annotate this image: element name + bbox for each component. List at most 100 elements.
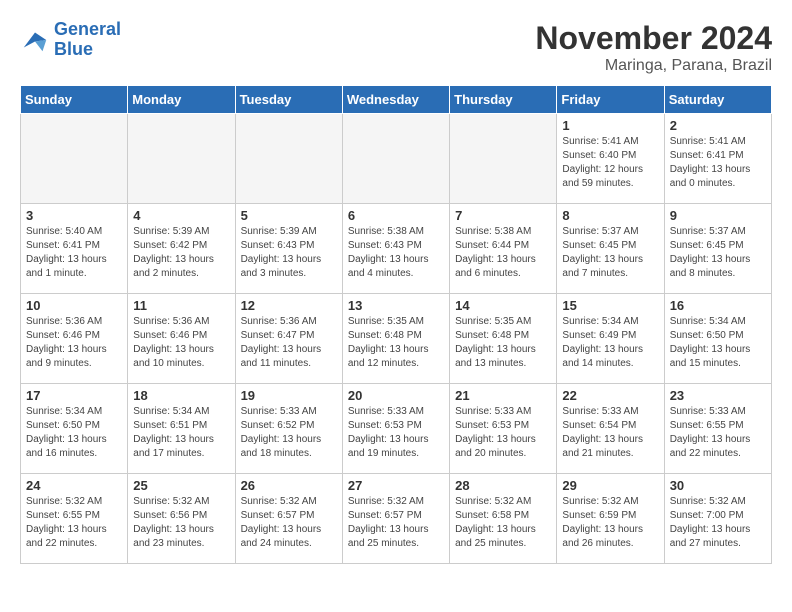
day-info: Sunrise: 5:34 AMSunset: 6:51 PMDaylight:… xyxy=(133,405,229,461)
calendar-cell: 1Sunrise: 5:41 AMSunset: 6:40 PMDaylight… xyxy=(557,114,664,204)
calendar-cell xyxy=(450,114,557,204)
day-number: 13 xyxy=(348,298,444,313)
day-number: 2 xyxy=(670,118,766,133)
logo-text: General Blue xyxy=(54,20,121,60)
day-info: Sunrise: 5:34 AMSunset: 6:50 PMDaylight:… xyxy=(670,315,766,371)
calendar-cell: 2 Sunrise: 5:41 AMSunset: 6:41 PMDaylight… xyxy=(664,114,771,204)
day-info: Sunrise: 5:38 AMSunset: 6:43 PMDaylight:… xyxy=(348,225,444,281)
calendar-cell: 22Sunrise: 5:33 AMSunset: 6:54 PMDayligh… xyxy=(557,384,664,474)
day-number: 9 xyxy=(670,208,766,223)
calendar-cell: 24 Sunrise: 5:32 AMSunset: 6:55 PMDayligh… xyxy=(21,474,128,564)
month-title: November 2024 xyxy=(535,20,772,57)
day-info: Sunrise: 5:32 AMSunset: 6:56 PMDaylight:… xyxy=(133,495,229,551)
calendar-cell: 7 Sunrise: 5:38 AMSunset: 6:44 PMDaylight… xyxy=(450,204,557,294)
calendar-cell: 10Sunrise: 5:36 AMSunset: 6:46 PMDayligh… xyxy=(21,294,128,384)
calendar-cell: 6 Sunrise: 5:38 AMSunset: 6:43 PMDaylight… xyxy=(342,204,449,294)
calendar-cell xyxy=(21,114,128,204)
calendar-cell: 14 Sunrise: 5:35 AMSunset: 6:48 PMDayligh… xyxy=(450,294,557,384)
calendar-cell: 4 Sunrise: 5:39 AMSunset: 6:42 PMDaylight… xyxy=(128,204,235,294)
day-number: 8 xyxy=(562,208,658,223)
location: Maringa, Parana, Brazil xyxy=(535,57,772,75)
calendar-table: SundayMondayTuesdayWednesdayThursdayFrid… xyxy=(20,85,772,564)
calendar-cell: 26 Sunrise: 5:32 AMSunset: 6:57 PMDayligh… xyxy=(235,474,342,564)
day-info: Sunrise: 5:39 AMSunset: 6:42 PMDaylight:… xyxy=(133,225,229,281)
day-info: Sunrise: 5:41 AMSunset: 6:40 PMDaylight:… xyxy=(562,135,658,191)
day-number: 23 xyxy=(670,388,766,403)
day-info: Sunrise: 5:35 AMSunset: 6:48 PMDaylight:… xyxy=(455,315,551,371)
calendar-cell: 12Sunrise: 5:36 AMSunset: 6:47 PMDayligh… xyxy=(235,294,342,384)
calendar-cell: 19Sunrise: 5:33 AMSunset: 6:52 PMDayligh… xyxy=(235,384,342,474)
day-info: Sunrise: 5:34 AMSunset: 6:49 PMDaylight:… xyxy=(562,315,658,371)
day-number: 24 xyxy=(26,478,122,493)
day-number: 30 xyxy=(670,478,766,493)
day-info: Sunrise: 5:33 AMSunset: 6:53 PMDaylight:… xyxy=(455,405,551,461)
day-info: Sunrise: 5:32 AMSunset: 6:55 PMDaylight:… xyxy=(26,495,122,551)
calendar-cell: 28Sunrise: 5:32 AMSunset: 6:58 PMDayligh… xyxy=(450,474,557,564)
calendar-cell xyxy=(342,114,449,204)
weekday-header-saturday: Saturday xyxy=(664,86,771,114)
calendar-week-1: 1Sunrise: 5:41 AMSunset: 6:40 PMDaylight… xyxy=(21,114,772,204)
calendar-cell: 23Sunrise: 5:33 AMSunset: 6:55 PMDayligh… xyxy=(664,384,771,474)
calendar-cell xyxy=(128,114,235,204)
logo-icon xyxy=(20,25,50,55)
calendar-cell: 11 Sunrise: 5:36 AMSunset: 6:46 PMDayligh… xyxy=(128,294,235,384)
calendar-cell: 9 Sunrise: 5:37 AMSunset: 6:45 PMDaylight… xyxy=(664,204,771,294)
day-info: Sunrise: 5:33 AMSunset: 6:52 PMDaylight:… xyxy=(241,405,337,461)
calendar-cell: 25 Sunrise: 5:32 AMSunset: 6:56 PMDayligh… xyxy=(128,474,235,564)
day-number: 20 xyxy=(348,388,444,403)
calendar-cell: 17 Sunrise: 5:34 AMSunset: 6:50 PMDayligh… xyxy=(21,384,128,474)
calendar-cell: 16 Sunrise: 5:34 AMSunset: 6:50 PMDayligh… xyxy=(664,294,771,384)
weekday-header-friday: Friday xyxy=(557,86,664,114)
calendar-cell: 13 Sunrise: 5:35 AMSunset: 6:48 PMDayligh… xyxy=(342,294,449,384)
day-number: 7 xyxy=(455,208,551,223)
day-info: Sunrise: 5:34 AMSunset: 6:50 PMDaylight:… xyxy=(26,405,122,461)
day-info: Sunrise: 5:35 AMSunset: 6:48 PMDaylight:… xyxy=(348,315,444,371)
weekday-header-tuesday: Tuesday xyxy=(235,86,342,114)
weekday-header-thursday: Thursday xyxy=(450,86,557,114)
day-info: Sunrise: 5:40 AMSunset: 6:41 PMDaylight:… xyxy=(26,225,122,281)
day-info: Sunrise: 5:38 AMSunset: 6:44 PMDaylight:… xyxy=(455,225,551,281)
day-number: 27 xyxy=(348,478,444,493)
day-number: 11 xyxy=(133,298,229,313)
calendar-cell: 15Sunrise: 5:34 AMSunset: 6:49 PMDayligh… xyxy=(557,294,664,384)
day-number: 5 xyxy=(241,208,337,223)
day-info: Sunrise: 5:32 AMSunset: 7:00 PMDaylight:… xyxy=(670,495,766,551)
day-info: Sunrise: 5:33 AMSunset: 6:53 PMDaylight:… xyxy=(348,405,444,461)
day-number: 21 xyxy=(455,388,551,403)
calendar-cell: 30 Sunrise: 5:32 AMSunset: 7:00 PMDayligh… xyxy=(664,474,771,564)
title-block: November 2024 Maringa, Parana, Brazil xyxy=(535,20,772,75)
logo: General Blue xyxy=(20,20,121,60)
weekday-header-sunday: Sunday xyxy=(21,86,128,114)
day-number: 22 xyxy=(562,388,658,403)
day-number: 6 xyxy=(348,208,444,223)
calendar-cell: 8Sunrise: 5:37 AMSunset: 6:45 PMDaylight… xyxy=(557,204,664,294)
day-number: 29 xyxy=(562,478,658,493)
calendar-week-4: 17 Sunrise: 5:34 AMSunset: 6:50 PMDayligh… xyxy=(21,384,772,474)
day-info: Sunrise: 5:41 AMSunset: 6:41 PMDaylight:… xyxy=(670,135,766,191)
day-number: 14 xyxy=(455,298,551,313)
day-number: 12 xyxy=(241,298,337,313)
day-info: Sunrise: 5:32 AMSunset: 6:57 PMDaylight:… xyxy=(241,495,337,551)
calendar-cell xyxy=(235,114,342,204)
day-number: 17 xyxy=(26,388,122,403)
day-info: Sunrise: 5:32 AMSunset: 6:57 PMDaylight:… xyxy=(348,495,444,551)
day-info: Sunrise: 5:32 AMSunset: 6:59 PMDaylight:… xyxy=(562,495,658,551)
day-number: 3 xyxy=(26,208,122,223)
calendar-cell: 27 Sunrise: 5:32 AMSunset: 6:57 PMDayligh… xyxy=(342,474,449,564)
day-number: 16 xyxy=(670,298,766,313)
day-info: Sunrise: 5:32 AMSunset: 6:58 PMDaylight:… xyxy=(455,495,551,551)
weekday-header-row: SundayMondayTuesdayWednesdayThursdayFrid… xyxy=(21,86,772,114)
calendar-week-2: 3 Sunrise: 5:40 AMSunset: 6:41 PMDaylight… xyxy=(21,204,772,294)
day-info: Sunrise: 5:37 AMSunset: 6:45 PMDaylight:… xyxy=(670,225,766,281)
calendar-cell: 20 Sunrise: 5:33 AMSunset: 6:53 PMDayligh… xyxy=(342,384,449,474)
calendar-cell: 3 Sunrise: 5:40 AMSunset: 6:41 PMDaylight… xyxy=(21,204,128,294)
weekday-header-monday: Monday xyxy=(128,86,235,114)
calendar-cell: 21 Sunrise: 5:33 AMSunset: 6:53 PMDayligh… xyxy=(450,384,557,474)
day-info: Sunrise: 5:36 AMSunset: 6:46 PMDaylight:… xyxy=(133,315,229,371)
day-number: 25 xyxy=(133,478,229,493)
day-number: 26 xyxy=(241,478,337,493)
calendar-cell: 5Sunrise: 5:39 AMSunset: 6:43 PMDaylight… xyxy=(235,204,342,294)
calendar-cell: 29 Sunrise: 5:32 AMSunset: 6:59 PMDayligh… xyxy=(557,474,664,564)
day-number: 4 xyxy=(133,208,229,223)
page-header: General Blue November 2024 Maringa, Para… xyxy=(20,20,772,75)
